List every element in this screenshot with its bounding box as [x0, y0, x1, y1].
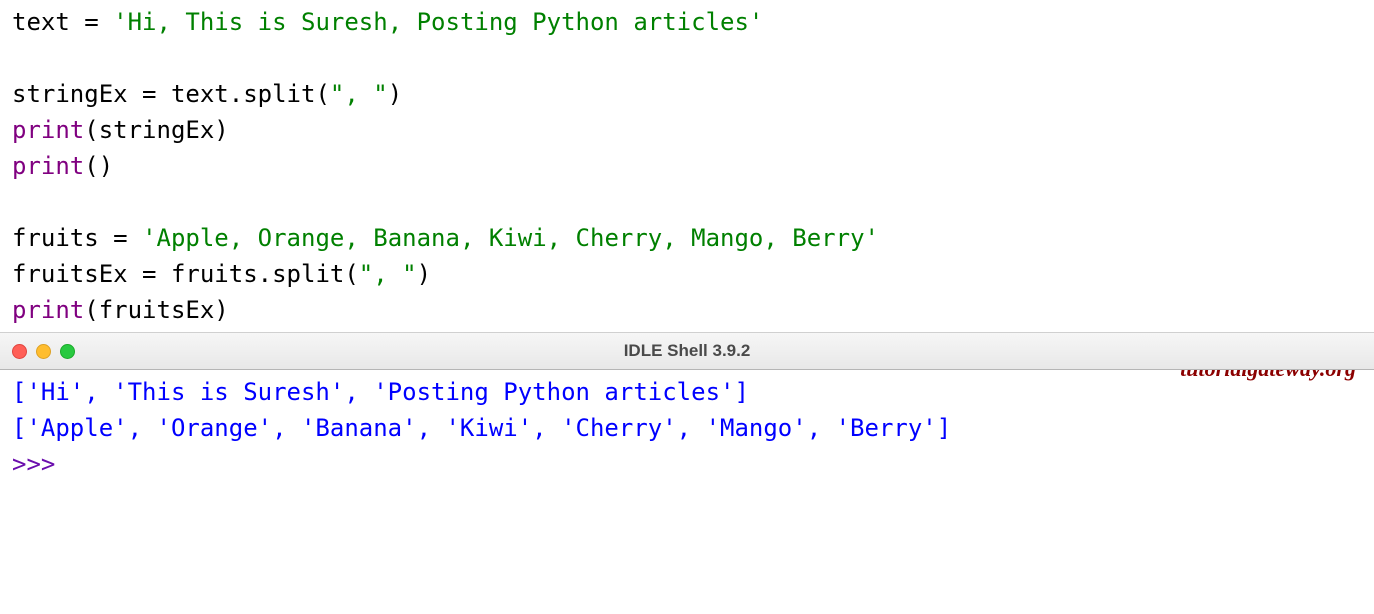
- variable-name: fruits: [12, 224, 99, 252]
- window-titlebar[interactable]: IDLE Shell 3.9.2: [0, 332, 1374, 370]
- builtin-fn: print: [12, 296, 84, 324]
- operator: =: [128, 260, 171, 288]
- argument: stringEx: [99, 116, 215, 144]
- code-line: print(stringEx): [12, 112, 1362, 148]
- blank-line: [12, 40, 1362, 76]
- string-literal: 'Hi, This is Suresh, Posting Python arti…: [113, 8, 763, 36]
- string-literal: ", ": [330, 80, 388, 108]
- blank-line: [12, 184, 1362, 220]
- code-line: text = 'Hi, This is Suresh, Posting Pyth…: [12, 4, 1362, 40]
- shell-prompt[interactable]: >>>: [12, 446, 1362, 482]
- code-line: fruits = 'Apple, Orange, Banana, Kiwi, C…: [12, 220, 1362, 256]
- operator: =: [128, 80, 171, 108]
- maximize-icon[interactable]: [60, 344, 75, 359]
- code-line: stringEx = text.split(", "): [12, 76, 1362, 112]
- code-line: print(fruitsEx): [12, 292, 1362, 328]
- paren: (: [84, 296, 98, 324]
- close-icon[interactable]: [12, 344, 27, 359]
- method-call: fruits.split(: [171, 260, 359, 288]
- argument: fruitsEx: [99, 296, 215, 324]
- code-line: print(): [12, 148, 1362, 184]
- method-call: text.split(: [171, 80, 330, 108]
- paren: ): [214, 116, 228, 144]
- builtin-fn: print: [12, 116, 84, 144]
- paren: ): [388, 80, 402, 108]
- variable-name: fruitsEx: [12, 260, 128, 288]
- shell-output-pane[interactable]: ['Hi', 'This is Suresh', 'Posting Python…: [0, 370, 1374, 486]
- operator: =: [99, 224, 142, 252]
- shell-output-line: ['Hi', 'This is Suresh', 'Posting Python…: [12, 374, 1362, 410]
- paren: (: [84, 116, 98, 144]
- code-line: fruitsEx = fruits.split(", "): [12, 256, 1362, 292]
- paren: ): [417, 260, 431, 288]
- paren: ): [214, 296, 228, 324]
- code-editor-pane[interactable]: text = 'Hi, This is Suresh, Posting Pyth…: [0, 0, 1374, 332]
- window-controls: [12, 344, 75, 359]
- window-title: IDLE Shell 3.9.2: [624, 341, 751, 361]
- string-literal: 'Apple, Orange, Banana, Kiwi, Cherry, Ma…: [142, 224, 879, 252]
- variable-name: text: [12, 8, 70, 36]
- operator: =: [70, 8, 113, 36]
- builtin-fn: print: [12, 152, 84, 180]
- paren: (): [84, 152, 113, 180]
- shell-output-line: ['Apple', 'Orange', 'Banana', 'Kiwi', 'C…: [12, 410, 1362, 446]
- string-literal: ", ": [359, 260, 417, 288]
- variable-name: stringEx: [12, 80, 128, 108]
- minimize-icon[interactable]: [36, 344, 51, 359]
